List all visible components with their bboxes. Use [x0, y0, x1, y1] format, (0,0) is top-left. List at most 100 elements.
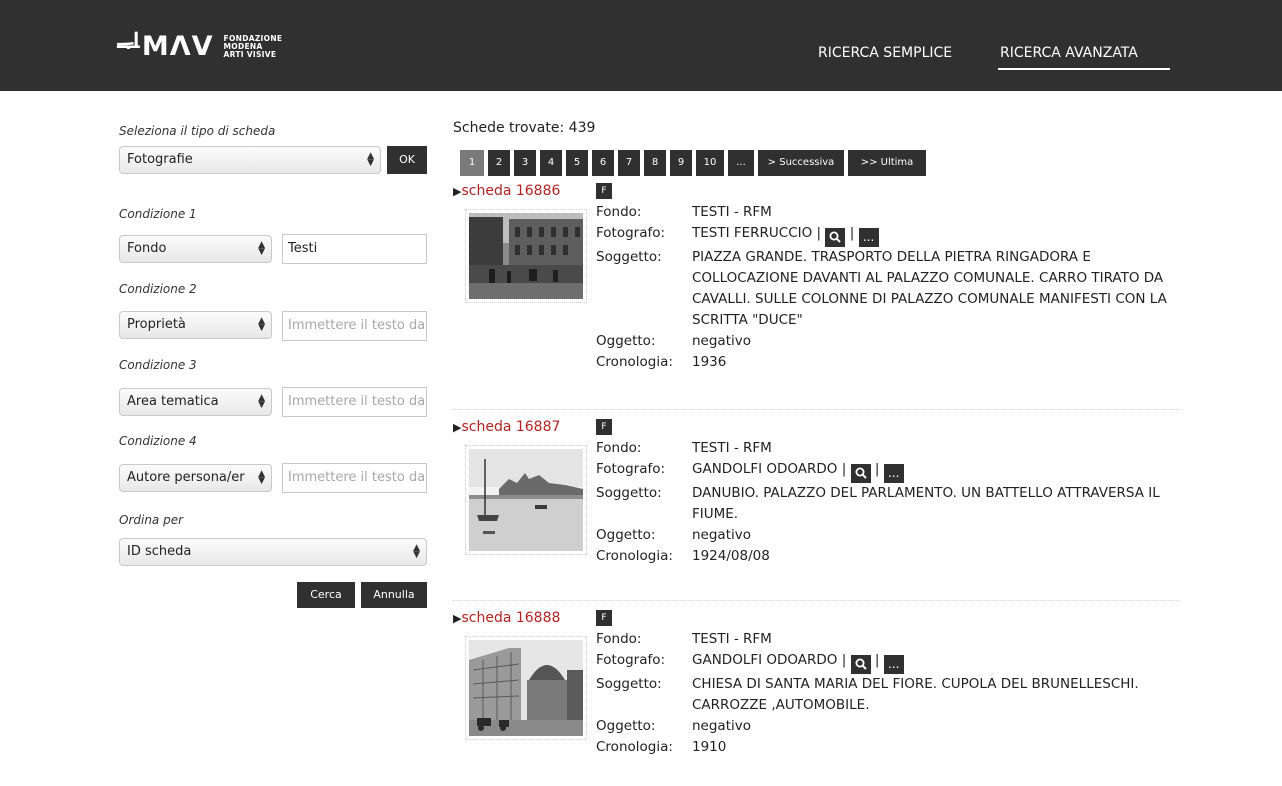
photo-thumbnail [469, 449, 583, 551]
record-thumbnail[interactable] [465, 445, 587, 555]
field-label: Oggetto: [596, 333, 656, 349]
record-title-link[interactable]: ▶scheda 16887 [453, 419, 560, 435]
field-label: Cronologia: [596, 548, 673, 564]
select-arrows-icon: ▲ ▼ [258, 240, 265, 257]
page-button[interactable]: ... [728, 150, 754, 176]
condition-3-input[interactable]: Immettere il testo da [282, 387, 427, 417]
search-icon[interactable] [825, 228, 846, 247]
field-value: PIAZZA GRANDE. TRASPORTO DELLA PIETRA RI… [692, 249, 1167, 328]
page-button[interactable]: 6 [592, 150, 614, 176]
field-value: negativo [692, 718, 751, 734]
page-button[interactable]: 10 [696, 150, 724, 176]
field-value: TESTI - RFM [692, 440, 772, 456]
active-nav-underline [998, 68, 1170, 70]
field-value: GANDOLFI ODOARDO | [692, 461, 847, 477]
condition-1-input[interactable]: Testi [282, 234, 427, 264]
record-thumbnail[interactable] [465, 636, 587, 740]
field-fondo: Fondo: TESTI - RFM [596, 202, 1181, 223]
search-icon[interactable] [850, 464, 871, 483]
select-arrows-icon: ▲ ▼ [258, 316, 265, 333]
type-select-value: Fotografie [127, 152, 193, 167]
photo-thumbnail [469, 640, 583, 736]
page-button[interactable]: 5 [566, 150, 588, 176]
record-title-link[interactable]: ▶scheda 16886 [453, 183, 560, 199]
condition-2-label: Condizione 2 [119, 282, 197, 296]
record-title-link[interactable]: ▶scheda 16888 [453, 610, 560, 626]
page-button[interactable]: 4 [540, 150, 562, 176]
site-header: ᆗMΛV FONDAZIONE MODENA ARTI VISIVE RICER… [0, 0, 1282, 91]
field-fondo: Fondo: TESTI - RFM [596, 438, 1181, 459]
field-label: Fondo: [596, 440, 642, 456]
field-value: TESTI - RFM [692, 204, 772, 220]
condition-2-input[interactable]: Immettere il testo da [282, 311, 427, 341]
condition-4-field: Autore persona/er [127, 470, 245, 485]
field-oggetto: Oggetto: negativo [596, 716, 1181, 737]
condition-3-select[interactable]: Area tematica ▲ ▼ [119, 388, 272, 416]
separator: | [849, 225, 855, 241]
order-select[interactable]: ID scheda ▲ ▼ [119, 538, 427, 566]
more-button[interactable]: ... [883, 655, 904, 674]
field-label: Fondo: [596, 204, 642, 220]
search-button[interactable]: Cerca [297, 582, 355, 608]
page-button[interactable]: 2 [488, 150, 510, 176]
nav-ricerca-avanzata[interactable]: RICERCA AVANZATA [1000, 45, 1138, 61]
record-title-text: scheda 16886 [461, 183, 561, 199]
pagination: 1 2 3 4 5 6 7 8 9 10... > Successiva >> Ultima [460, 150, 930, 176]
condition-1-select[interactable]: Fondo ▲ ▼ [119, 235, 272, 263]
field-value: 1924/08/08 [692, 548, 770, 564]
page-button[interactable]: >> Ultima [848, 150, 926, 176]
ok-button[interactable]: OK [387, 146, 427, 174]
field-fotografo: Fotografo: GANDOLFI ODOARDO | | ... [596, 650, 1181, 674]
record-title-text: scheda 16887 [461, 419, 561, 435]
condition-2-select[interactable]: Proprietà ▲ ▼ [119, 311, 272, 339]
more-button[interactable]: ... [858, 228, 879, 247]
field-label: Soggetto: [596, 249, 662, 265]
record-type-badge: F [596, 419, 612, 435]
condition-4-input[interactable]: Immettere il testo da [282, 463, 427, 493]
field-fotografo: Fotografo: TESTI FERRUCCIO | | ... [596, 223, 1181, 247]
results-count: Schede trovate: 439 [453, 120, 596, 136]
nav-ricerca-semplice[interactable]: RICERCA SEMPLICE [818, 45, 952, 61]
field-label: Fotografo: [596, 225, 666, 241]
logo-subtitle: FONDAZIONE MODENA ARTI VISIVE [224, 34, 283, 59]
order-select-value: ID scheda [127, 544, 192, 559]
fmav-logo[interactable]: ᆗMΛV FONDAZIONE MODENA ARTI VISIVE [116, 33, 282, 60]
record-type-badge: F [596, 610, 612, 626]
more-button[interactable]: ... [883, 464, 904, 483]
field-value: GANDOLFI ODOARDO | [692, 652, 847, 668]
type-select[interactable]: Fotografie ▲ ▼ [119, 146, 381, 174]
result-record: ▶scheda 16888 F Fondo: TESTI - RFM Fotogr… [453, 610, 1179, 786]
field-cronologia: Cronologia: 1910 [596, 737, 1181, 758]
field-label: Fotografo: [596, 461, 666, 477]
field-label: Soggetto: [596, 676, 662, 692]
separator: | [874, 461, 880, 477]
field-label: Soggetto: [596, 485, 662, 501]
record-fields: Fondo: TESTI - RFM Fotografo: TESTI FERRUC… [596, 202, 1181, 373]
page-button[interactable]: 7 [618, 150, 640, 176]
condition-4-select[interactable]: Autore persona/er ▲ ▼ [119, 464, 272, 492]
field-value: DANUBIO. PALAZZO DEL PARLAMENTO. UN BATT… [692, 485, 1160, 522]
select-arrows-icon: ▲ ▼ [367, 151, 374, 168]
page-button[interactable]: 9 [670, 150, 692, 176]
cancel-button[interactable]: Annulla [361, 582, 427, 608]
logo-mark: ᆗMΛV [116, 31, 214, 62]
field-label: Oggetto: [596, 718, 656, 734]
select-arrows-icon: ▲ ▼ [258, 393, 265, 410]
field-soggetto: Soggetto: CHIESA DI SANTA MARIA DEL FIORE… [596, 674, 1181, 716]
field-label: Oggetto: [596, 527, 656, 543]
page-button[interactable]: 3 [514, 150, 536, 176]
page-button[interactable]: > Successiva [758, 150, 844, 176]
field-label: Fotografo: [596, 652, 666, 668]
type-label: Seleziona il tipo di scheda [119, 124, 276, 138]
order-label: Ordina per [119, 513, 184, 527]
page-button[interactable]: 1 [460, 150, 484, 176]
field-value: TESTI - RFM [692, 631, 772, 647]
page-button[interactable]: 8 [644, 150, 666, 176]
search-icon[interactable] [850, 655, 871, 674]
condition-3-label: Condizione 3 [119, 358, 197, 372]
field-soggetto: Soggetto: PIAZZA GRANDE. TRASPORTO DELLA … [596, 247, 1181, 331]
condition-1-field: Fondo [127, 241, 167, 256]
field-value: negativo [692, 333, 751, 349]
record-thumbnail[interactable] [465, 209, 587, 303]
condition-3-field: Area tematica [127, 394, 219, 409]
